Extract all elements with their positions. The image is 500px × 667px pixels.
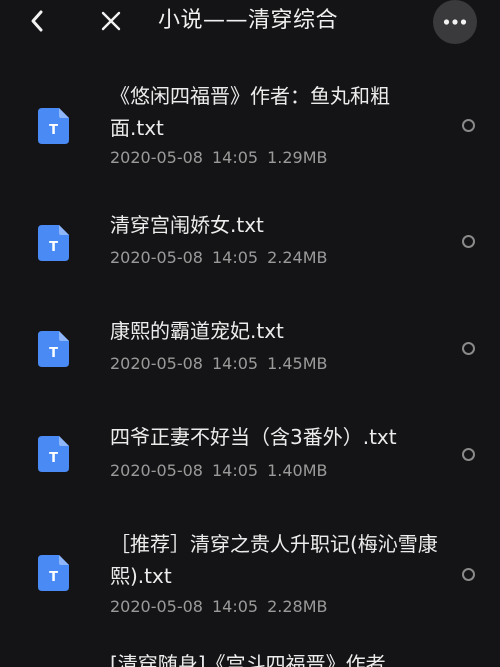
file-date: 2020-05-08 — [110, 148, 203, 167]
more-options-button[interactable] — [433, 0, 477, 44]
file-name: 康熙的霸道宠妃.txt — [110, 319, 284, 343]
file-size: 1.29MB — [267, 148, 328, 167]
text-file-icon: T — [38, 555, 69, 591]
file-date: 2020-05-08 — [110, 248, 203, 267]
close-button[interactable] — [96, 6, 126, 36]
select-radio[interactable] — [462, 119, 475, 132]
file-meta: 2020-05-08 14:05 1.29MB — [110, 148, 328, 168]
file-meta: 2020-05-08 14:05 2.24MB — [110, 248, 328, 268]
file-icon-letter: T — [49, 570, 58, 585]
file-time: 14:05 — [211, 461, 259, 480]
file-date: 2020-05-08 — [110, 461, 203, 480]
file-meta: 2020-05-08 14:05 1.45MB — [110, 354, 328, 374]
text-file-icon: T — [38, 108, 69, 144]
back-button[interactable] — [22, 6, 52, 36]
file-meta: 2020-05-08 14:05 2.28MB — [110, 597, 328, 617]
file-time: 14:05 — [211, 248, 259, 267]
select-radio[interactable] — [462, 342, 475, 355]
file-time: 14:05 — [211, 148, 259, 167]
file-name: 清穿宫闱娇女.txt — [110, 213, 264, 237]
file-icon-letter: T — [49, 240, 58, 255]
file-icon-letter: T — [49, 451, 58, 466]
file-size: 2.24MB — [267, 248, 328, 267]
file-meta: 2020-05-08 14:05 1.40MB — [110, 461, 328, 481]
file-name: 四爷正妻不好当（含3番外）.txt — [110, 425, 397, 449]
file-row-5[interactable]: [清穿随身]《宫斗四福晋》作者 — [0, 652, 500, 667]
file-row-0[interactable]: T 《悠闲四福晋》作者：鱼丸和粗面.txt 2020-05-08 14:05 1.2… — [0, 78, 500, 178]
top-bar: 小说——清穿综合 — [0, 0, 500, 44]
chevron-left-icon — [31, 10, 43, 32]
file-size: 1.45MB — [267, 354, 328, 373]
page-title: 小说——清穿综合 — [158, 8, 339, 33]
file-date: 2020-05-08 — [110, 354, 203, 373]
file-browser-screen: T 《悠闲四福晋》作者：鱼丸和粗面.txt 2020-05-08 14:05 1.2… — [0, 0, 500, 667]
select-radio[interactable] — [462, 448, 475, 461]
file-size: 2.28MB — [267, 597, 328, 616]
file-name: ［推荐］清穿之贵人升职记(梅沁雪康熙).txt — [110, 532, 438, 588]
text-file-icon: T — [38, 331, 69, 367]
file-size: 1.40MB — [267, 461, 328, 480]
file-icon-letter: T — [49, 123, 58, 138]
text-file-icon: T — [38, 225, 69, 261]
text-file-icon: T — [38, 436, 69, 472]
file-row-2[interactable]: T 康熙的霸道宠妃.txt 2020-05-08 14:05 1.45MB — [0, 311, 500, 381]
close-icon — [101, 11, 121, 31]
file-row-3[interactable]: T 四爷正妻不好当（含3番外）.txt 2020-05-08 14:05 1.40M… — [0, 418, 500, 488]
select-radio[interactable] — [462, 568, 475, 581]
select-radio[interactable] — [462, 235, 475, 248]
file-time: 14:05 — [211, 354, 259, 373]
file-name: [清穿随身]《宫斗四福晋》作者 — [110, 652, 386, 667]
file-time: 14:05 — [211, 597, 259, 616]
file-icon-letter: T — [49, 346, 58, 361]
file-row-4[interactable]: T ［推荐］清穿之贵人升职记(梅沁雪康熙).txt 2020-05-08 14:0… — [0, 525, 500, 625]
file-row-1[interactable]: T 清穿宫闱娇女.txt 2020-05-08 14:05 2.24MB — [0, 205, 500, 275]
more-dots-icon — [443, 19, 467, 25]
file-name: 《悠闲四福晋》作者：鱼丸和粗面.txt — [110, 84, 390, 140]
file-date: 2020-05-08 — [110, 597, 203, 616]
